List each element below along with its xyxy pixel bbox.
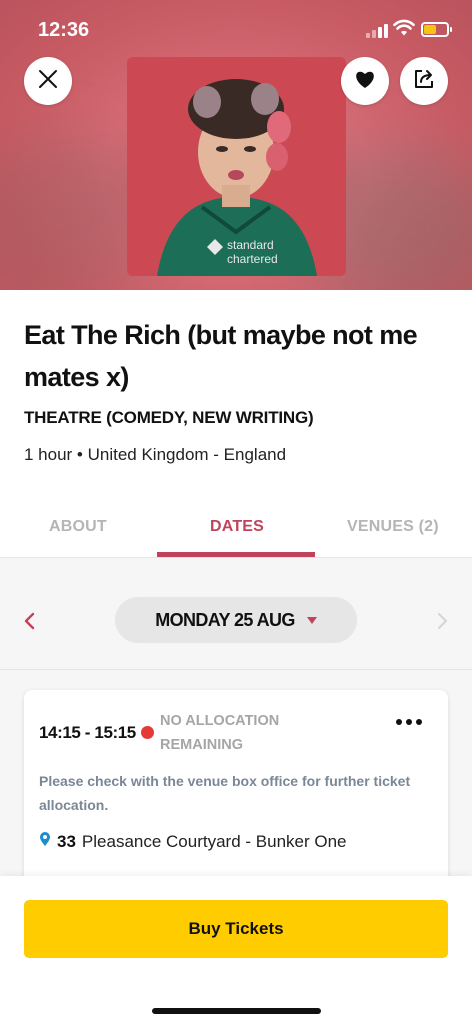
close-button[interactable] — [24, 57, 72, 105]
status-bar: 12:36 — [0, 0, 472, 58]
previous-date-button[interactable] — [20, 609, 40, 633]
allocation-status: NO ALLOCATION REMAINING — [160, 713, 280, 753]
heart-icon — [354, 69, 376, 94]
event-meta: 1 hour • United Kingdom - England — [24, 445, 287, 464]
more-dot-icon — [396, 719, 402, 725]
status-dot — [141, 726, 154, 739]
chevron-left-icon — [20, 612, 40, 637]
more-dot-icon — [416, 719, 422, 725]
location-pin-icon — [39, 831, 51, 852]
venue-number: 33 — [57, 831, 76, 851]
event-poster: standard chartered — [127, 57, 346, 276]
venue-name: Pleasance Courtyard - Bunker One — [81, 831, 347, 851]
home-indicator — [152, 1008, 321, 1014]
selected-date: MONDAY 25 AUG — [155, 609, 295, 630]
svg-text:chartered: chartered — [227, 252, 278, 266]
share-icon — [413, 68, 435, 95]
allocation-note: Please check with the venue box office f… — [39, 773, 411, 813]
active-tab-indicator — [157, 552, 315, 557]
tab-venues[interactable]: VENUES (2) — [347, 518, 439, 536]
status-time: 12:36 — [38, 19, 90, 41]
svg-text:standard: standard — [227, 238, 274, 252]
performance-time: 14:15 - 15:15 — [39, 723, 136, 742]
event-title: Eat The Rich (but maybe not me mates x) — [24, 320, 418, 392]
share-button[interactable] — [400, 57, 448, 105]
venue-link[interactable]: 33 Pleasance Courtyard - Bunker One — [39, 831, 347, 852]
date-selector[interactable]: MONDAY 25 AUG — [115, 597, 357, 643]
tab-bar: ABOUT DATES VENUES (2) — [0, 500, 472, 558]
signal-icon — [366, 24, 388, 38]
buy-tickets-button[interactable]: Buy Tickets — [24, 900, 448, 958]
wifi-icon — [393, 19, 415, 42]
chevron-right-icon — [432, 613, 452, 637]
more-dot-icon — [406, 719, 412, 725]
next-date-button[interactable] — [432, 609, 452, 633]
tab-about[interactable]: ABOUT — [49, 518, 107, 536]
close-icon — [38, 69, 58, 94]
favourite-button[interactable] — [341, 57, 389, 105]
tab-dates[interactable]: DATES — [210, 518, 264, 536]
event-category: THEATRE (COMEDY, NEW WRITING) — [24, 408, 314, 427]
more-options-button[interactable] — [396, 719, 422, 725]
battery-icon — [421, 22, 452, 37]
caret-down-icon — [306, 616, 317, 624]
